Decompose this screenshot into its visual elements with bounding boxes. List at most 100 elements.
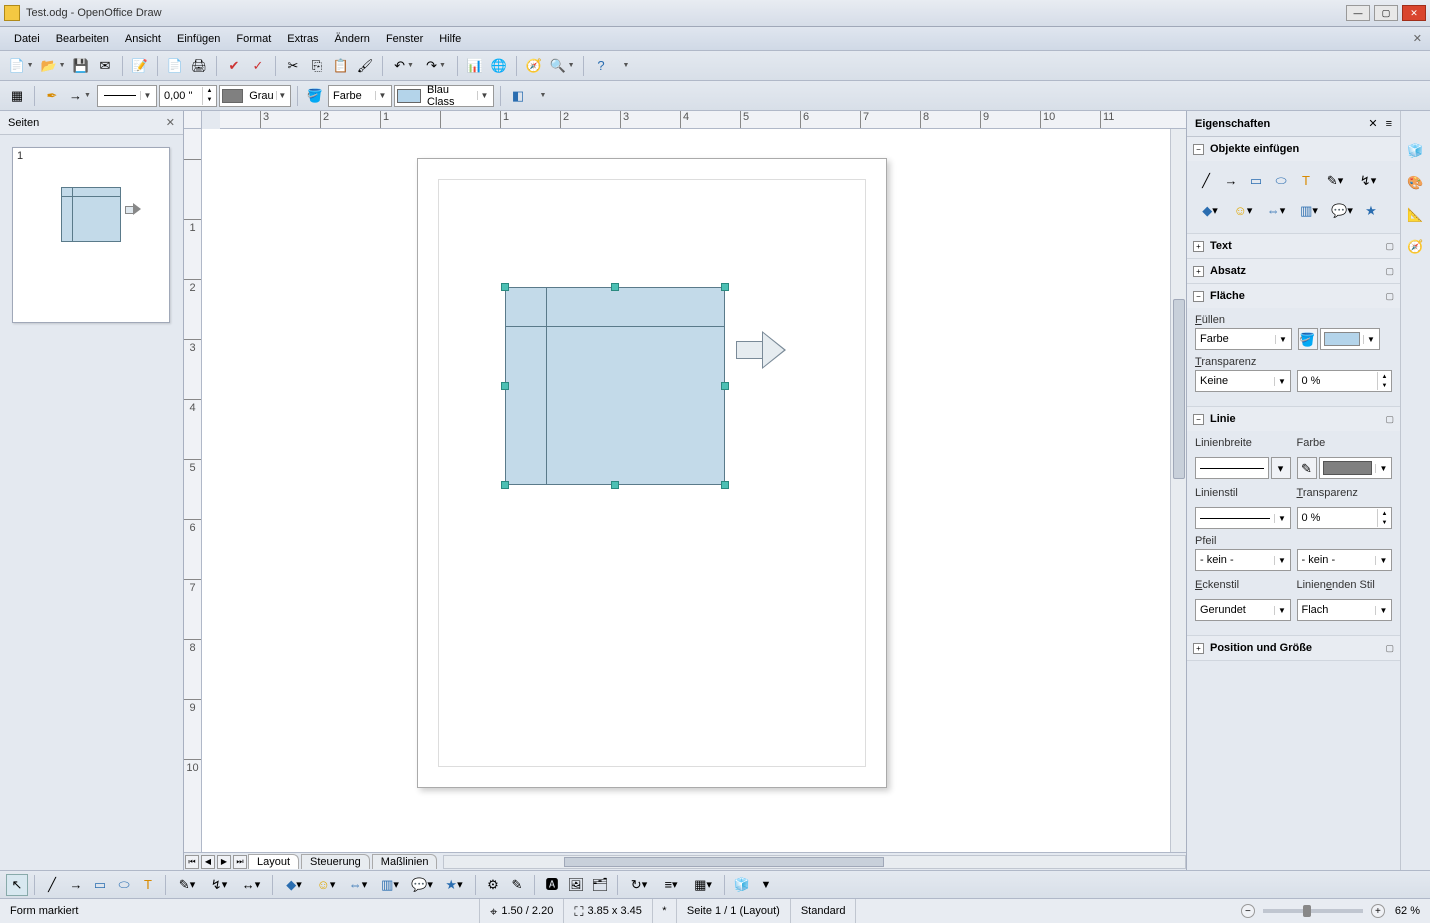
symbol-shapes-tool[interactable]: ☺▾	[311, 874, 341, 896]
selection-handle[interactable]	[721, 283, 729, 291]
page-thumbnail-1[interactable]: 1	[12, 147, 170, 323]
toolbar2-overflow-icon[interactable]: ▼	[531, 85, 553, 107]
menu-einfuegen[interactable]: Einfügen	[169, 30, 228, 48]
from-file-tool[interactable]: 🖼	[565, 874, 587, 896]
vertical-ruler[interactable]: 12 345 678 910	[184, 129, 202, 852]
insert-rect-icon[interactable]: ▭	[1245, 169, 1267, 191]
selection-handle[interactable]	[611, 283, 619, 291]
extrusion-tool[interactable]: 🧊	[731, 874, 753, 896]
points-tool[interactable]: ⚙	[482, 874, 504, 896]
tab-masslinien[interactable]: Maßlinien	[372, 854, 438, 869]
fill-mode-select[interactable]: Farbe▼	[1195, 328, 1292, 350]
zoom-button[interactable]: 🔍▼	[547, 55, 577, 77]
selection-handle[interactable]	[501, 283, 509, 291]
fontwork-tool[interactable]: 🅰	[541, 874, 563, 896]
arrange-button[interactable]: ▦	[6, 85, 28, 107]
undo-button[interactable]: ↶▼	[389, 55, 419, 77]
sidebar-styles-icon[interactable]: 📐	[1405, 203, 1427, 225]
fill-mode-combo[interactable]: Farbe ▼	[328, 85, 392, 107]
menu-aendern[interactable]: Ändern	[326, 30, 377, 48]
selection-handle[interactable]	[501, 382, 509, 390]
zoom-out-button[interactable]: −	[1241, 904, 1255, 918]
basic-shapes-tool[interactable]: ◆▾	[279, 874, 309, 896]
properties-close-icon[interactable]: ✕	[1368, 117, 1377, 130]
tab-nav-first[interactable]: ⏮	[185, 855, 199, 869]
fill-color-combo[interactable]: Blau Class ▼	[394, 85, 494, 107]
line-width-spinner[interactable]: 0,00 " ▲▼	[159, 85, 217, 107]
menu-hilfe[interactable]: Hilfe	[431, 30, 469, 48]
spellcheck-button[interactable]: ✔	[223, 55, 245, 77]
arrow-tool[interactable]: →	[65, 874, 87, 896]
toolbar-overflow-icon[interactable]: ▼	[614, 55, 636, 77]
select-tool[interactable]: ↖	[6, 874, 28, 896]
line-tool[interactable]: ╱	[41, 874, 63, 896]
linestyle-select[interactable]: ▼	[1195, 507, 1291, 529]
callouts-icon[interactable]: 💬▾	[1327, 199, 1357, 221]
navigator-button[interactable]: 🧭	[523, 55, 545, 77]
line-style-button[interactable]: ✒	[41, 85, 63, 107]
email-button[interactable]: ✉	[94, 55, 116, 77]
arrow-style-button[interactable]: →▼	[65, 85, 95, 107]
redo-button[interactable]: ↷▼	[421, 55, 451, 77]
maximize-button[interactable]: ▢	[1374, 5, 1398, 21]
drawing-canvas[interactable]	[202, 129, 1186, 852]
copy-button[interactable]: ⎘	[306, 55, 328, 77]
menu-bearbeiten[interactable]: Bearbeiten	[48, 30, 117, 48]
horizontal-scrollbar[interactable]	[443, 855, 1186, 869]
corner-select[interactable]: Gerundet▼	[1195, 599, 1291, 621]
linewidth-select[interactable]	[1195, 457, 1269, 479]
autospellcheck-button[interactable]: ✓	[247, 55, 269, 77]
print-button[interactable]: 🖨	[188, 55, 210, 77]
chart-button[interactable]: 📊	[464, 55, 486, 77]
minimize-button[interactable]: —	[1346, 5, 1370, 21]
tab-layout[interactable]: Layout	[248, 854, 299, 869]
shadow-button[interactable]: ◧	[507, 85, 529, 107]
arrow-end-select[interactable]: - kein -▼	[1297, 549, 1393, 571]
paste-button[interactable]: 📋	[330, 55, 352, 77]
sidebar-properties-icon[interactable]: 🧊	[1405, 139, 1427, 161]
insert-curve-icon[interactable]: ✎▾	[1320, 169, 1350, 191]
area-style-button[interactable]: 🪣	[304, 85, 326, 107]
stars-icon[interactable]: ★	[1360, 199, 1382, 221]
menu-extras[interactable]: Extras	[279, 30, 326, 48]
section-objects-header[interactable]: − Objekte einfügen	[1187, 137, 1400, 161]
zoom-in-button[interactable]: +	[1371, 904, 1385, 918]
menu-ansicht[interactable]: Ansicht	[117, 30, 169, 48]
section-text-header[interactable]: +Text▢	[1187, 234, 1400, 258]
menu-datei[interactable]: Datei	[6, 30, 48, 48]
curve-tool[interactable]: ✎▾	[172, 874, 202, 896]
menu-fenster[interactable]: Fenster	[378, 30, 431, 48]
cap-select[interactable]: Flach▼	[1297, 599, 1393, 621]
align-tool[interactable]: ≡▾	[656, 874, 686, 896]
basic-shapes-icon[interactable]: ◆▾	[1195, 199, 1225, 221]
callouts-tool[interactable]: 💬▾	[407, 874, 437, 896]
lines-arrows-tool[interactable]: ↔▾	[236, 874, 266, 896]
block-arrows-icon[interactable]: ⇔▾	[1261, 199, 1291, 221]
flowchart-icon[interactable]: ▥▾	[1294, 199, 1324, 221]
document-close-icon[interactable]: ✕	[1413, 32, 1422, 45]
selected-rectangle-shape[interactable]	[505, 287, 725, 485]
insert-text-icon[interactable]: T	[1295, 169, 1317, 191]
selection-handle[interactable]	[611, 481, 619, 489]
save-button[interactable]: 💾	[70, 55, 92, 77]
arrow-start-select[interactable]: - kein -▼	[1195, 549, 1291, 571]
menu-format[interactable]: Format	[228, 30, 279, 48]
open-button[interactable]: 📂▼	[38, 55, 68, 77]
block-arrows-tool[interactable]: ⇔▾	[343, 874, 373, 896]
edit-file-button[interactable]: 📝	[129, 55, 151, 77]
line-color-combo[interactable]: Grau ▼	[219, 85, 291, 107]
export-pdf-button[interactable]: 📄	[164, 55, 186, 77]
sidebar-gallery-icon[interactable]: 🎨	[1405, 171, 1427, 193]
connector-tool[interactable]: ↯▾	[204, 874, 234, 896]
transparency-value-spinner[interactable]: 0 %▲▼	[1297, 370, 1393, 392]
stars-tool[interactable]: ★▾	[439, 874, 469, 896]
selection-handle[interactable]	[721, 481, 729, 489]
arrange-tool[interactable]: ▦▾	[688, 874, 718, 896]
gallery-tool[interactable]: 🗂	[589, 874, 611, 896]
fill-bucket-icon[interactable]: 🪣	[1298, 328, 1318, 350]
pages-panel-close-icon[interactable]: ✕	[166, 116, 175, 129]
selection-handle[interactable]	[501, 481, 509, 489]
section-position-header[interactable]: +Position und Größe▢	[1187, 636, 1400, 660]
vertical-scrollbar[interactable]	[1170, 129, 1186, 852]
linewidth-dropdown[interactable]: ▾	[1271, 457, 1291, 479]
